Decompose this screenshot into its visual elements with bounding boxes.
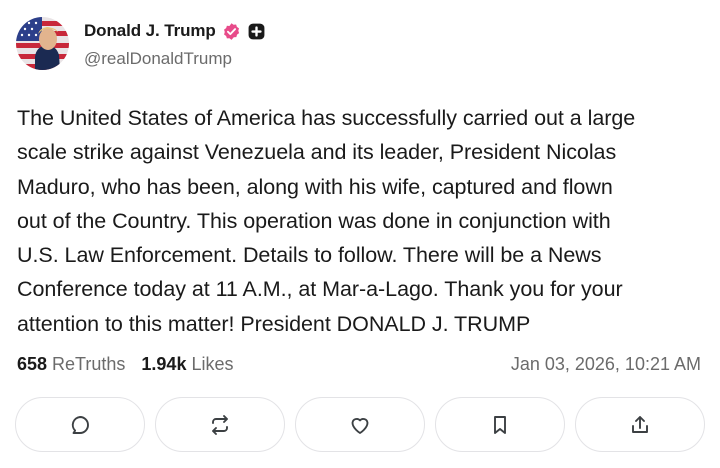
like-button[interactable]: [295, 397, 425, 452]
avatar[interactable]: [16, 17, 69, 70]
post-timestamp[interactable]: Jan 03, 2026, 10:21 AM: [511, 352, 701, 376]
post-stats: 658 ReTruths 1.94k Likes: [17, 352, 233, 376]
plus-badge-icon: [247, 22, 266, 41]
retruths-count[interactable]: 658: [17, 354, 47, 375]
name-row: Donald J. Trump: [84, 20, 266, 42]
bookmark-button[interactable]: [435, 397, 565, 452]
avatar-portrait-icon: [16, 17, 69, 70]
user-handle[interactable]: @realDonaldTrump: [84, 49, 232, 69]
display-name[interactable]: Donald J. Trump: [84, 21, 216, 41]
share-icon: [632, 415, 648, 433]
post-text: The United States of America has success…: [17, 106, 636, 336]
likes-count[interactable]: 1.94k: [141, 354, 186, 375]
likes-label[interactable]: Likes: [191, 354, 233, 375]
retruth-icon: [212, 414, 228, 435]
reply-button[interactable]: [15, 397, 145, 452]
action-bar: [15, 397, 705, 452]
verified-badge-icon: [222, 22, 241, 41]
share-button[interactable]: [575, 397, 705, 452]
reply-icon: [71, 415, 89, 434]
bookmark-icon: [494, 415, 506, 434]
post-card: Donald J. Trump @realDonaldTrump The Uni…: [0, 0, 720, 468]
retruths-label[interactable]: ReTruths: [52, 354, 125, 375]
like-heart-icon: [351, 417, 369, 434]
retruth-button[interactable]: [155, 397, 285, 452]
